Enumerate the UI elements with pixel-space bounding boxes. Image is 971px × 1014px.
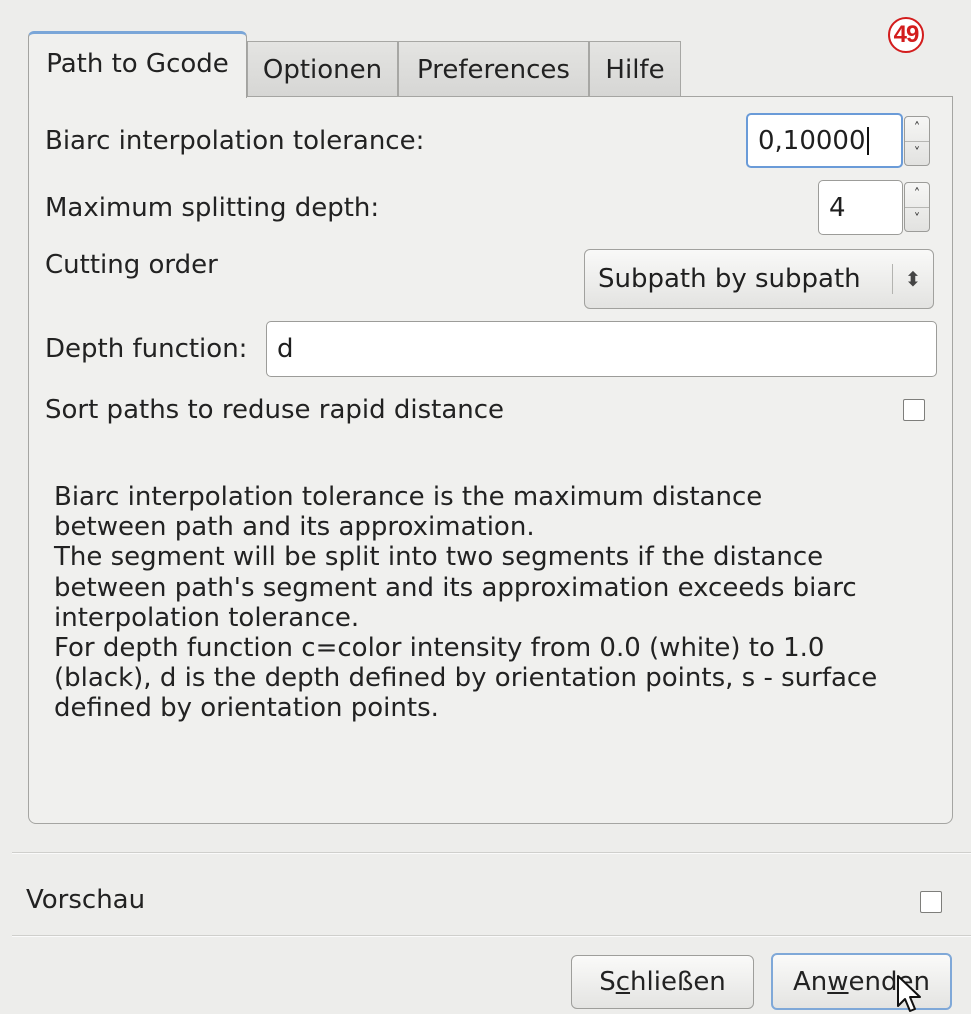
- tolerance-spin-buttons[interactable]: ˄ ˅: [904, 116, 930, 166]
- depth-function-value: d: [277, 334, 294, 364]
- help-line: Biarc interpolation tolerance is the max…: [54, 482, 763, 512]
- chevron-down-icon[interactable]: ˅: [905, 206, 929, 232]
- cutting-order-label: Cutting order: [45, 250, 218, 280]
- depth-function-label: Depth function:: [45, 334, 248, 364]
- cutting-order-value: Subpath by subpath: [598, 264, 861, 294]
- sort-paths-checkbox[interactable]: [903, 399, 925, 421]
- depth-value: 4: [829, 192, 846, 223]
- mouse-pointer-icon: [897, 975, 921, 1012]
- close-button-label: Schließen: [599, 967, 726, 997]
- tab-preferences[interactable]: Preferences: [398, 41, 589, 97]
- tolerance-input[interactable]: 0,10000: [746, 113, 903, 168]
- page-number-badge: 49: [888, 17, 924, 53]
- help-line: (black), d is the depth defined by orien…: [54, 663, 878, 694]
- cutting-order-select[interactable]: Subpath by subpath ⬍: [584, 249, 934, 309]
- tolerance-value: 0,10000: [758, 125, 866, 156]
- help-line: between path's segment and its approxima…: [54, 572, 857, 603]
- help-line: between path and its approximation.: [54, 512, 535, 543]
- tab-optionen[interactable]: Optionen: [247, 41, 398, 97]
- preview-checkbox[interactable]: [920, 891, 942, 913]
- help-text: Biarc interpolation tolerance is the max…: [54, 482, 934, 724]
- help-line: For depth function c=color intensity fro…: [54, 633, 825, 664]
- close-button[interactable]: Schließen: [571, 955, 754, 1009]
- divider-highlight: [12, 853, 971, 854]
- chevron-down-icon[interactable]: ˅: [905, 140, 929, 166]
- help-line: interpolation tolerance.: [54, 602, 360, 633]
- text-caret: [866, 126, 869, 155]
- tab-path-to-gcode[interactable]: Path to Gcode: [28, 31, 247, 98]
- chevron-up-icon[interactable]: ˄: [905, 117, 929, 141]
- divider-highlight: [12, 936, 971, 937]
- depth-label: Maximum splitting depth:: [45, 193, 380, 223]
- sort-paths-label: Sort paths to reduse rapid distance: [45, 395, 505, 425]
- help-line: The segment will be split into two segme…: [54, 542, 824, 573]
- help-line: defined by orientation points.: [54, 693, 439, 724]
- depth-spin-buttons[interactable]: ˄ ˅: [904, 182, 930, 232]
- updown-chevron-icon: ⬍: [904, 267, 922, 291]
- depth-function-input[interactable]: d: [266, 321, 937, 377]
- chevron-up-icon[interactable]: ˄: [905, 183, 929, 207]
- preview-label: Vorschau: [26, 885, 146, 915]
- tolerance-label: Biarc interpolation tolerance:: [45, 126, 425, 156]
- tab-hilfe[interactable]: Hilfe: [589, 41, 681, 97]
- depth-input[interactable]: 4: [818, 180, 903, 235]
